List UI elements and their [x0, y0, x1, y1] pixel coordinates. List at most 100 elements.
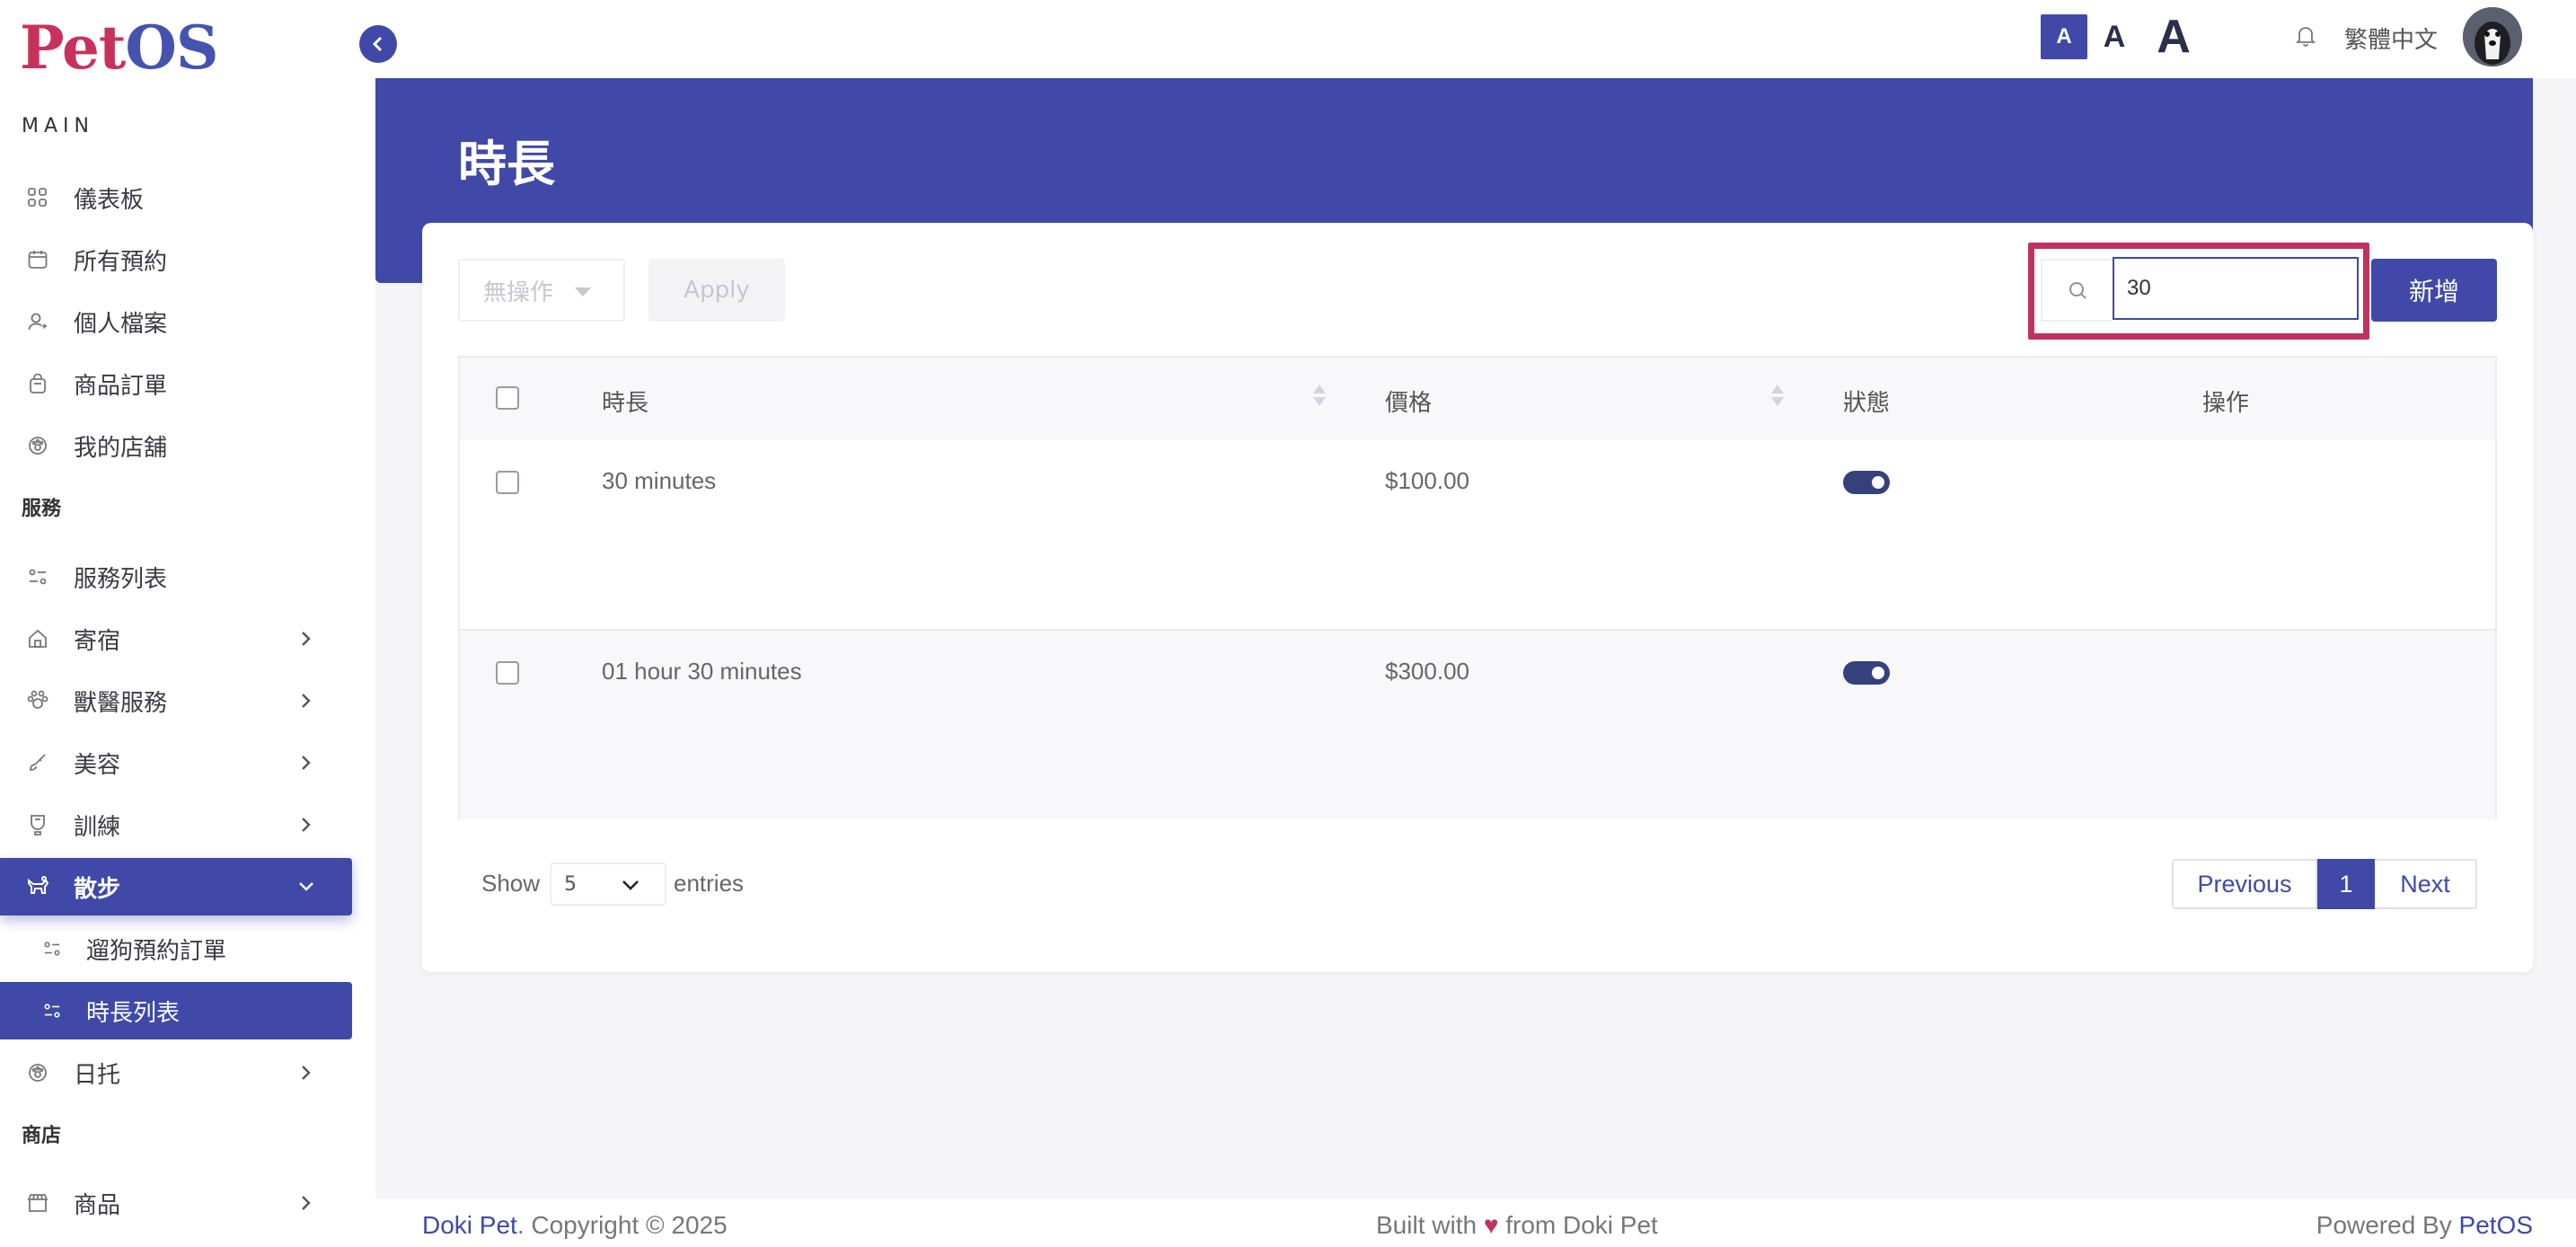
sidebar-item-daycare[interactable]: 日托	[0, 1044, 352, 1101]
add-button[interactable]: 新增	[2371, 259, 2497, 322]
sidebar-item-my-store[interactable]: 我的店舖	[0, 417, 352, 474]
list-icon	[40, 998, 65, 1023]
column-header-price[interactable]: 價格	[1385, 385, 1432, 418]
section-label-shop: 商店	[22, 1125, 62, 1147]
section-label-services: 服務	[22, 498, 62, 520]
sidebar-item-service-list[interactable]: 服務列表	[0, 548, 352, 606]
font-size-small-button[interactable]: A	[2041, 14, 2087, 59]
select-all-checkbox[interactable]	[496, 386, 519, 410]
sidebar-subitem-walk-orders[interactable]: 遛狗預約訂單	[0, 920, 352, 977]
bulk-action-value: 無操作	[483, 279, 554, 306]
search-icon	[2041, 259, 2113, 322]
avatar[interactable]	[2463, 7, 2522, 66]
previous-page-button[interactable]: Previous	[2172, 859, 2317, 909]
training-icon	[25, 812, 50, 837]
column-header-status: 狀態	[1843, 390, 1891, 417]
heart-icon: ♥	[1483, 1211, 1499, 1239]
sidebar-item-label: 日托	[74, 1061, 121, 1089]
status-toggle[interactable]	[1843, 661, 1890, 685]
sort-icon[interactable]	[1313, 383, 1326, 410]
sidebar-item-vet-services[interactable]: 獸醫服務	[0, 672, 352, 730]
chevron-left-icon	[372, 36, 383, 52]
font-size-medium-button[interactable]: A	[2087, 14, 2141, 59]
sidebar-subitem-duration-list[interactable]: 時長列表	[0, 982, 352, 1039]
font-size-switcher: A A A	[2041, 11, 2206, 63]
font-size-large-button[interactable]: A	[2141, 11, 2206, 63]
pagination: Previous 1 Next	[2172, 859, 2477, 909]
topbar	[375, 0, 2576, 78]
daycare-icon	[25, 1060, 50, 1085]
page-title: 時長	[458, 136, 555, 192]
footer-powered-by: Powered By PetOS	[2316, 1211, 2533, 1240]
sidebar-item-label: 商品	[74, 1191, 121, 1219]
sidebar-item-label: 商品訂單	[74, 372, 168, 400]
sidebar-item-grooming[interactable]: 美容	[0, 734, 352, 792]
store-icon	[25, 1190, 50, 1216]
app-logo[interactable]: PetOS	[20, 16, 219, 79]
price-cell: $300.00	[1385, 658, 1469, 685]
chevron-right-icon	[296, 691, 316, 711]
page-footer: Doki Pet. Copyright © 2025 Built with ♥ …	[375, 1198, 2576, 1247]
apply-button[interactable]: Apply	[648, 259, 785, 322]
chevron-down-icon	[296, 877, 316, 897]
table-row: 01 hour 30 minutes $300.00	[460, 629, 2495, 819]
sidebar-item-label: 服務列表	[74, 565, 168, 593]
user-icon	[25, 309, 50, 334]
sidebar-item-training[interactable]: 訓練	[0, 796, 352, 853]
sidebar-item-label: 儀表板	[74, 186, 145, 214]
sidebar-item-profile[interactable]: 個人檔案	[0, 293, 352, 350]
sidebar-item-label: 個人檔案	[74, 310, 168, 338]
chevron-right-icon	[296, 815, 316, 835]
sidebar-subitem-label: 遛狗預約訂單	[86, 937, 227, 965]
status-toggle[interactable]	[1843, 471, 1890, 494]
sidebar-item-all-bookings[interactable]: 所有預約	[0, 231, 352, 288]
footer-copyright: Doki Pet. Copyright © 2025	[422, 1211, 728, 1240]
footer-built-suffix: from Doki Pet	[1505, 1211, 1658, 1239]
chevron-right-icon	[296, 1193, 316, 1213]
bulk-action-select[interactable]: 無操作	[458, 259, 625, 322]
sidebar-item-label: 散步	[74, 875, 121, 903]
column-header-actions: 操作	[2202, 390, 2250, 417]
footer-powered-link[interactable]: PetOS	[2459, 1211, 2533, 1239]
dog-walk-icon	[25, 874, 50, 899]
sidebar: PetOS MAIN 儀表板 所有預約 個人檔案 商品訂單 我的店舖 服務 服務…	[0, 0, 375, 1247]
sidebar-item-dashboard[interactable]: 儀表板	[0, 169, 352, 226]
footer-built-prefix: Built with	[1376, 1211, 1478, 1239]
next-page-button[interactable]: Next	[2375, 859, 2477, 909]
page-size-value: 5	[564, 872, 577, 896]
section-label-main: MAIN	[22, 115, 94, 137]
sidebar-item-walking[interactable]: 散步	[0, 858, 352, 915]
list-icon	[40, 936, 65, 961]
sort-icon[interactable]	[1771, 383, 1784, 410]
row-checkbox[interactable]	[496, 471, 519, 494]
language-selector[interactable]: 繁體中文	[2344, 22, 2438, 55]
dashboard-icon	[25, 185, 50, 210]
sidebar-item-boarding[interactable]: 寄宿	[0, 610, 352, 668]
list-icon	[25, 564, 50, 589]
search-input[interactable]	[2113, 257, 2359, 320]
bell-icon[interactable]	[2292, 22, 2319, 50]
sidebar-item-products[interactable]: 商品	[0, 1174, 352, 1232]
footer-built-with: Built with ♥ from Doki Pet	[1376, 1211, 1658, 1240]
sidebar-item-label: 所有預約	[74, 248, 168, 276]
calendar-icon	[25, 247, 50, 272]
caret-down-icon	[575, 287, 591, 296]
footer-brand-link[interactable]: Doki Pet	[422, 1211, 517, 1239]
home-icon	[25, 626, 50, 651]
sidebar-collapse-button[interactable]	[359, 25, 397, 63]
brush-icon	[25, 750, 50, 775]
sidebar-item-product-orders[interactable]: 商品訂單	[0, 355, 352, 412]
column-header-duration[interactable]: 時長	[602, 385, 648, 418]
sidebar-item-label: 獸醫服務	[74, 689, 168, 717]
sidebar-item-label: 寄宿	[74, 627, 121, 655]
shopping-bag-icon	[25, 371, 50, 396]
sidebar-item-label: 訓練	[74, 813, 121, 841]
price-cell: $100.00	[1385, 467, 1469, 494]
row-checkbox[interactable]	[496, 661, 519, 685]
page-number-button[interactable]: 1	[2317, 859, 2375, 909]
paw-icon	[25, 433, 50, 458]
chevron-right-icon	[296, 1063, 316, 1083]
sidebar-subitem-label: 時長列表	[86, 999, 181, 1027]
page-size-select[interactable]: 5	[550, 862, 666, 906]
table-row: 30 minutes $100.00	[460, 440, 2495, 631]
